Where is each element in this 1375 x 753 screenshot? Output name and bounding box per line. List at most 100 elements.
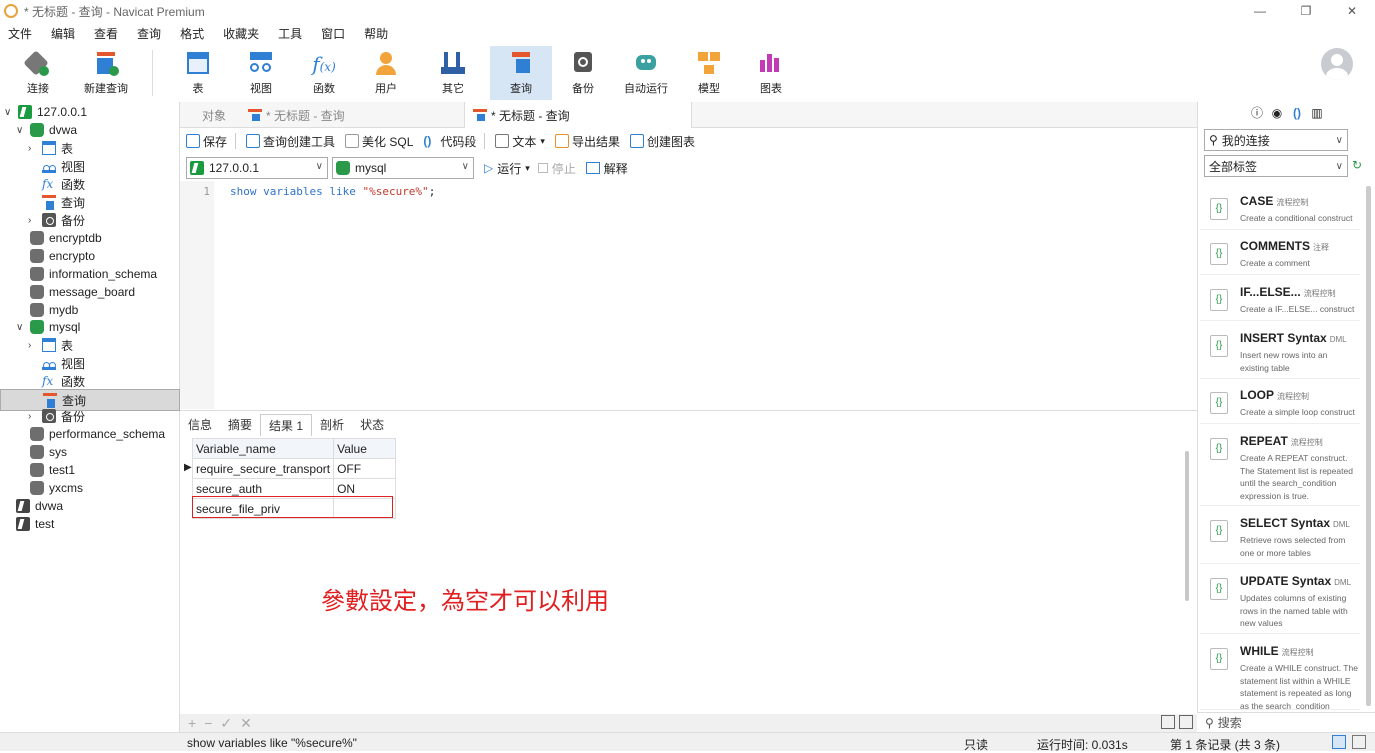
- add-row-button[interactable]: +: [188, 715, 196, 731]
- user-button[interactable]: 用户: [356, 46, 416, 100]
- other-button[interactable]: 其它: [423, 46, 483, 100]
- table-cell[interactable]: require_secure_transport: [191, 458, 335, 479]
- tree-db-mysql[interactable]: ∨ mysql: [16, 318, 80, 336]
- tree-db[interactable]: sys: [30, 443, 67, 461]
- model-button[interactable]: 模型: [679, 46, 739, 100]
- menu-file[interactable]: 文件: [8, 25, 32, 42]
- tree-item-backups[interactable]: › 备份: [28, 211, 85, 229]
- tree-item-views[interactable]: 视图: [42, 354, 85, 372]
- table-cell[interactable]: OFF: [333, 458, 397, 479]
- menu-view[interactable]: 查看: [94, 25, 118, 42]
- explain-button[interactable]: 解释: [604, 160, 628, 177]
- tree-db[interactable]: mydb: [30, 301, 78, 319]
- chart-button[interactable]: 图表: [741, 46, 801, 100]
- discard-button[interactable]: ✕: [240, 715, 252, 732]
- snippet-item[interactable]: {} CASE 流程控制 Create a conditional construct: [1200, 186, 1360, 230]
- export-results-button[interactable]: 导出结果: [554, 133, 620, 150]
- snippet-scrollbar[interactable]: [1366, 186, 1371, 706]
- layout-split-icon[interactable]: [1352, 735, 1366, 749]
- tab-info[interactable]: 信息: [180, 414, 220, 436]
- restore-button[interactable]: ❐: [1283, 2, 1329, 20]
- tree-item-backups[interactable]: › 备份: [28, 407, 85, 425]
- snippet-item[interactable]: {} COMMENTS 注释 Create a comment: [1200, 231, 1360, 275]
- text-button[interactable]: 文本 ▾: [495, 133, 545, 150]
- tree-item-queries-selected[interactable]: 查询: [0, 389, 180, 411]
- tags-select[interactable]: 全部标签 ∨: [1204, 155, 1348, 177]
- eye-icon[interactable]: ◉: [1270, 106, 1284, 120]
- info-icon[interactable]: ⓘ: [1250, 106, 1264, 120]
- tree-connection-root[interactable]: ∨ 127.0.0.1: [4, 103, 87, 121]
- sql-code[interactable]: show variables like "%secure%";: [230, 185, 435, 198]
- tree-item-tables[interactable]: › 表: [28, 139, 73, 157]
- save-button[interactable]: 保存: [186, 133, 227, 150]
- tree-item-functions[interactable]: fx 函数: [42, 372, 85, 390]
- grid-view-icon[interactable]: [1161, 715, 1175, 729]
- menu-window[interactable]: 窗口: [321, 25, 345, 42]
- run-dropdown-icon[interactable]: ▾: [525, 163, 530, 174]
- delete-row-button[interactable]: −: [204, 715, 212, 731]
- function-button[interactable]: f(x) 函数: [294, 46, 354, 100]
- tree-item-views[interactable]: 视图: [42, 157, 85, 175]
- apply-button[interactable]: ✓: [220, 715, 232, 732]
- menu-tools[interactable]: 工具: [278, 25, 302, 42]
- tab-summary[interactable]: 摘要: [220, 414, 260, 436]
- snippet-item[interactable]: {} LOOP 流程控制 Create a simple loop construct: [1200, 380, 1360, 424]
- avatar[interactable]: [1321, 48, 1353, 80]
- new-query-button[interactable]: 新建查询: [75, 46, 137, 100]
- menu-help[interactable]: 帮助: [364, 25, 388, 42]
- tab-query-2[interactable]: * 无标题 - 查询: [464, 102, 692, 128]
- create-chart-button[interactable]: 创建图表: [629, 133, 695, 150]
- snippet-item[interactable]: {} UPDATE Syntax DML Updates columns of exi…: [1200, 566, 1360, 634]
- tree-connection[interactable]: test: [16, 515, 54, 533]
- connection-select[interactable]: 127.0.0.1 ∨: [186, 157, 328, 179]
- tab-profile[interactable]: 剖析: [312, 414, 352, 436]
- snippet-item[interactable]: {} REPEAT 流程控制 Create A REPEAT construct. T…: [1200, 426, 1360, 506]
- minimize-button[interactable]: —: [1237, 2, 1283, 20]
- automation-button[interactable]: 自动运行: [616, 46, 676, 100]
- tab-objects[interactable]: 对象: [194, 102, 234, 128]
- tree-db[interactable]: encryptdb: [30, 229, 102, 247]
- menu-favorites[interactable]: 收藏夹: [223, 25, 259, 42]
- tree-db[interactable]: yxcms: [30, 479, 83, 497]
- layout-icon[interactable]: ▥: [1310, 106, 1324, 120]
- result-scrollbar[interactable]: [1185, 451, 1189, 601]
- backup-button[interactable]: 备份: [553, 46, 613, 100]
- column-header[interactable]: Variable_name: [191, 438, 335, 459]
- code-snippet-button[interactable]: () 代码段: [423, 133, 476, 150]
- database-select[interactable]: mysql ∨: [332, 157, 474, 179]
- tree-item-tables[interactable]: › 表: [28, 336, 73, 354]
- snippet-item[interactable]: {} WHILE 流程控制 Create a WHILE construct. The…: [1200, 636, 1360, 710]
- table-button[interactable]: 表: [168, 46, 228, 100]
- tree-item-queries[interactable]: 查询: [42, 193, 85, 211]
- tab-query-1[interactable]: * 无标题 - 查询: [240, 102, 353, 128]
- tree-db[interactable]: information_schema: [30, 265, 157, 283]
- tree-db[interactable]: message_board: [30, 283, 135, 301]
- view-button[interactable]: 视图: [231, 46, 291, 100]
- stop-button[interactable]: 停止: [552, 160, 576, 177]
- sql-editor[interactable]: 1 show variables like "%secure%";: [180, 181, 1197, 409]
- menu-edit[interactable]: 编辑: [51, 25, 75, 42]
- table-row[interactable]: require_secure_transport OFF: [191, 458, 397, 479]
- tree-connection[interactable]: dvwa: [16, 497, 63, 515]
- refresh-icon[interactable]: ↻: [1352, 158, 1362, 172]
- braces-icon[interactable]: (): [1290, 106, 1304, 120]
- menu-format[interactable]: 格式: [180, 25, 204, 42]
- run-button[interactable]: 运行: [497, 160, 521, 177]
- my-connections-select[interactable]: ⚲ 我的连接 ∨: [1204, 129, 1348, 151]
- tree-db[interactable]: performance_schema: [30, 425, 165, 443]
- column-header[interactable]: Value: [333, 438, 397, 459]
- close-button[interactable]: ✕: [1329, 2, 1375, 20]
- snippet-item[interactable]: {} SELECT Syntax DML Retrieve rows selected…: [1200, 508, 1360, 564]
- tree-db-dvwa[interactable]: ∨ dvwa: [16, 121, 77, 139]
- snippet-search[interactable]: ⚲ 搜索: [1197, 712, 1375, 732]
- beautify-sql-button[interactable]: 美化 SQL: [345, 133, 413, 150]
- connection-button[interactable]: 连接: [8, 46, 68, 100]
- layout-single-icon[interactable]: [1332, 735, 1346, 749]
- tree-item-functions[interactable]: fx 函数: [42, 175, 85, 193]
- menu-query[interactable]: 查询: [137, 25, 161, 42]
- query-builder-button[interactable]: 查询创建工具: [246, 133, 335, 150]
- tree-db[interactable]: encrypto: [30, 247, 95, 265]
- snippet-item[interactable]: {} INSERT Syntax DML Insert new rows into a…: [1200, 323, 1360, 379]
- snippet-item[interactable]: {} IF...ELSE... 流程控制 Create a IF...ELSE... …: [1200, 277, 1360, 321]
- tree-db[interactable]: test1: [30, 461, 75, 479]
